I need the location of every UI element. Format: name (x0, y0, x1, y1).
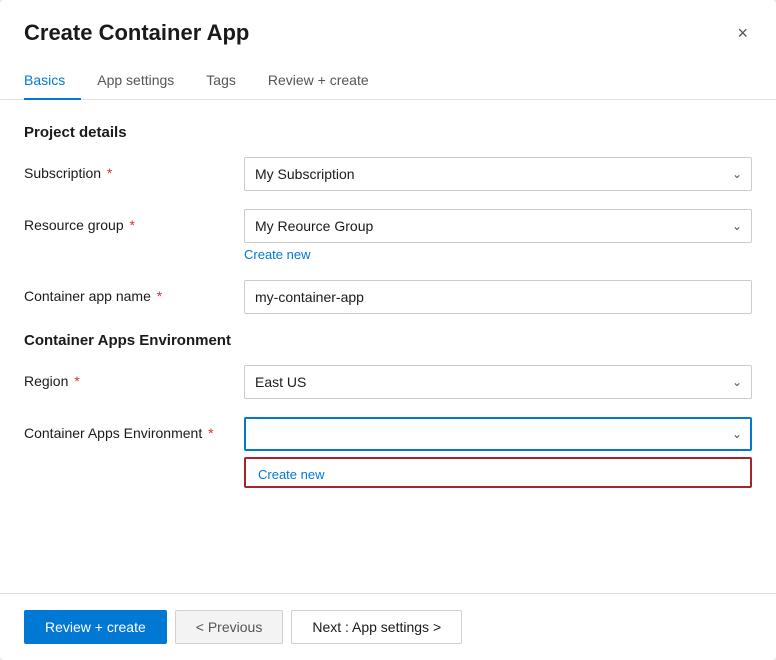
region-label: Region (24, 373, 68, 389)
container-app-name-input[interactable] (244, 280, 752, 314)
dialog-title: Create Container App (24, 20, 249, 46)
dialog-body: Project details Subscription * My Subscr… (0, 100, 776, 569)
environment-select-wrapper: ⌄ (244, 417, 752, 451)
tab-review-create[interactable]: Review + create (252, 62, 385, 100)
environment-create-new-link[interactable]: Create new (258, 467, 324, 482)
container-app-name-label: Container app name (24, 288, 151, 304)
tab-basics[interactable]: Basics (24, 62, 81, 100)
subscription-required: * (103, 165, 112, 181)
resource-group-row: Resource group * My Reource Group ⌄ Crea… (24, 209, 752, 262)
tab-app-settings[interactable]: App settings (81, 62, 190, 100)
previous-button[interactable]: < Previous (175, 610, 284, 644)
next-button[interactable]: Next : App settings > (291, 610, 462, 644)
dialog-footer: Review + create < Previous Next : App se… (0, 593, 776, 660)
container-apps-env-title: Container Apps Environment (24, 332, 752, 349)
subscription-label: Subscription (24, 165, 101, 181)
environment-select[interactable] (244, 417, 752, 451)
container-app-name-required: * (153, 288, 162, 304)
review-create-button[interactable]: Review + create (24, 610, 167, 644)
region-row: Region * East US ⌄ (24, 365, 752, 399)
create-container-app-dialog: Create Container App × Basics App settin… (0, 0, 776, 660)
container-app-name-row: Container app name * (24, 280, 752, 314)
dialog-header: Create Container App × (0, 0, 776, 46)
subscription-select[interactable]: My Subscription (244, 157, 752, 191)
container-apps-env-section: Container Apps Environment Region * East… (24, 332, 752, 488)
resource-group-select[interactable]: My Reource Group (244, 209, 752, 243)
environment-label: Container Apps Environment (24, 425, 202, 441)
region-select[interactable]: East US (244, 365, 752, 399)
resource-group-create-new-link[interactable]: Create new (244, 247, 752, 262)
tab-bar: Basics App settings Tags Review + create (0, 62, 776, 100)
region-select-wrapper: East US ⌄ (244, 365, 752, 399)
tab-tags[interactable]: Tags (190, 62, 252, 100)
subscription-row: Subscription * My Subscription ⌄ (24, 157, 752, 191)
resource-group-required: * (126, 217, 135, 233)
environment-row: Container Apps Environment * ⌄ Create ne… (24, 417, 752, 488)
resource-group-label: Resource group (24, 217, 124, 233)
region-required: * (70, 373, 79, 389)
subscription-select-wrapper: My Subscription ⌄ (244, 157, 752, 191)
project-details-section: Project details Subscription * My Subscr… (24, 124, 752, 314)
close-button[interactable]: × (733, 20, 752, 46)
resource-group-select-wrapper: My Reource Group ⌄ (244, 209, 752, 243)
project-details-title: Project details (24, 124, 752, 141)
environment-create-new-box: Create new (244, 457, 752, 488)
environment-required: * (204, 425, 213, 441)
